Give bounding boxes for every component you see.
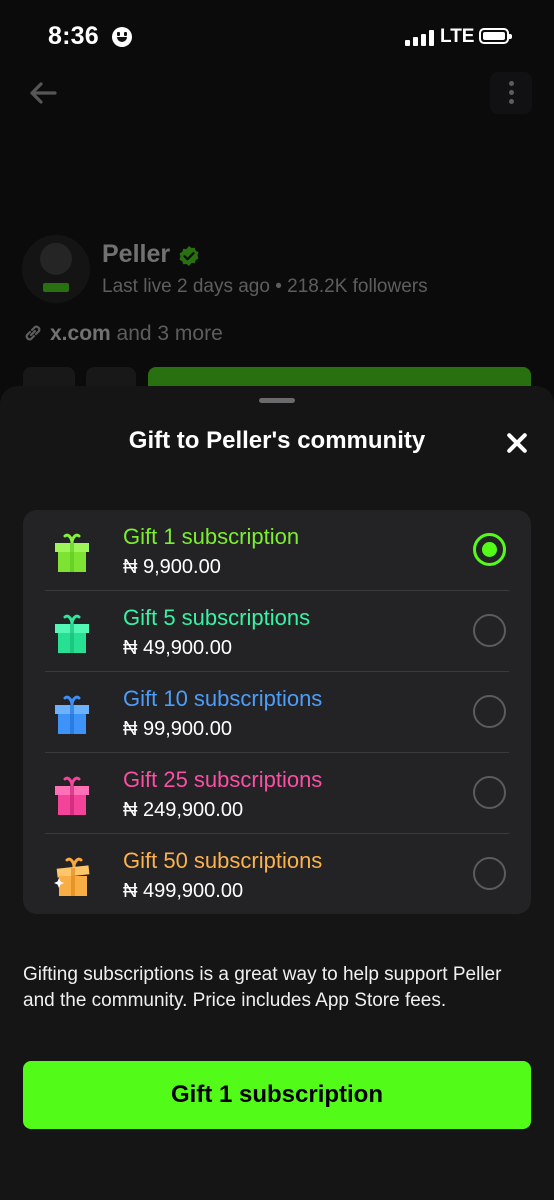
- channel-name: Peller: [102, 240, 171, 268]
- radio-unselected[interactable]: [473, 857, 506, 890]
- gift-box-icon: [55, 533, 89, 572]
- gift-option-5[interactable]: Gift 5 subscriptions ₦ 49,900.00: [23, 591, 531, 672]
- option-price: ₦ 249,900.00: [123, 799, 244, 821]
- gift-submit-button[interactable]: Gift 1 subscription: [23, 1061, 531, 1129]
- sheet-title: Gift to Peller's community: [128, 427, 426, 454]
- gift-option-50[interactable]: Gift 50 subscriptions ₦ 499,900.00: [23, 834, 531, 915]
- option-label: Gift 50 subscriptions: [123, 848, 323, 873]
- gift-box-icon: [55, 614, 89, 653]
- gifting-info-text: Gifting subscriptions is a great way to …: [23, 964, 502, 1011]
- option-label: Gift 25 subscriptions: [123, 767, 323, 792]
- gift-options-list: Gift 1 subscription ₦ 9,900.00 Gift 5 su…: [23, 510, 531, 914]
- social-links[interactable]: x.com and 3 more: [22, 322, 223, 346]
- option-label: Gift 1 subscription: [123, 524, 300, 549]
- option-label: Gift 5 subscriptions: [123, 605, 311, 630]
- gift-option-1[interactable]: Gift 1 subscription ₦ 9,900.00: [23, 510, 531, 591]
- close-button[interactable]: [496, 422, 538, 464]
- option-price: ₦ 49,900.00: [123, 637, 232, 659]
- link-primary: x.com: [50, 322, 111, 345]
- more-options-icon[interactable]: [490, 72, 532, 114]
- radio-unselected[interactable]: [473, 614, 506, 647]
- verified-badge-icon: [179, 246, 199, 266]
- back-arrow-icon[interactable]: [28, 80, 58, 106]
- gift-box-icon: [55, 776, 89, 815]
- channel-page-background: Peller Last live 2 days ago • 218.2K fol…: [0, 0, 554, 400]
- channel-meta: Last live 2 days ago • 218.2K followers: [102, 276, 428, 297]
- option-label: Gift 10 subscriptions: [123, 686, 323, 711]
- gift-box-sparkle-icon: [54, 857, 90, 896]
- option-price: ₦ 99,900.00: [123, 718, 232, 740]
- gift-box-icon: [55, 695, 89, 734]
- gift-bottom-sheet: Gift to Peller's community Gift 1 subscr…: [0, 386, 554, 1200]
- sheet-grabber[interactable]: [259, 398, 295, 403]
- avatar: [22, 235, 90, 303]
- radio-unselected[interactable]: [473, 776, 506, 809]
- link-more: and 3 more: [116, 322, 223, 345]
- gift-option-25[interactable]: Gift 25 subscriptions ₦ 249,900.00: [23, 753, 531, 834]
- link-icon: [25, 325, 41, 341]
- option-price: ₦ 9,900.00: [123, 556, 221, 578]
- option-price: ₦ 499,900.00: [123, 880, 244, 902]
- gift-option-10[interactable]: Gift 10 subscriptions ₦ 99,900.00: [23, 672, 531, 753]
- radio-unselected[interactable]: [473, 695, 506, 728]
- radio-selected[interactable]: [473, 533, 506, 566]
